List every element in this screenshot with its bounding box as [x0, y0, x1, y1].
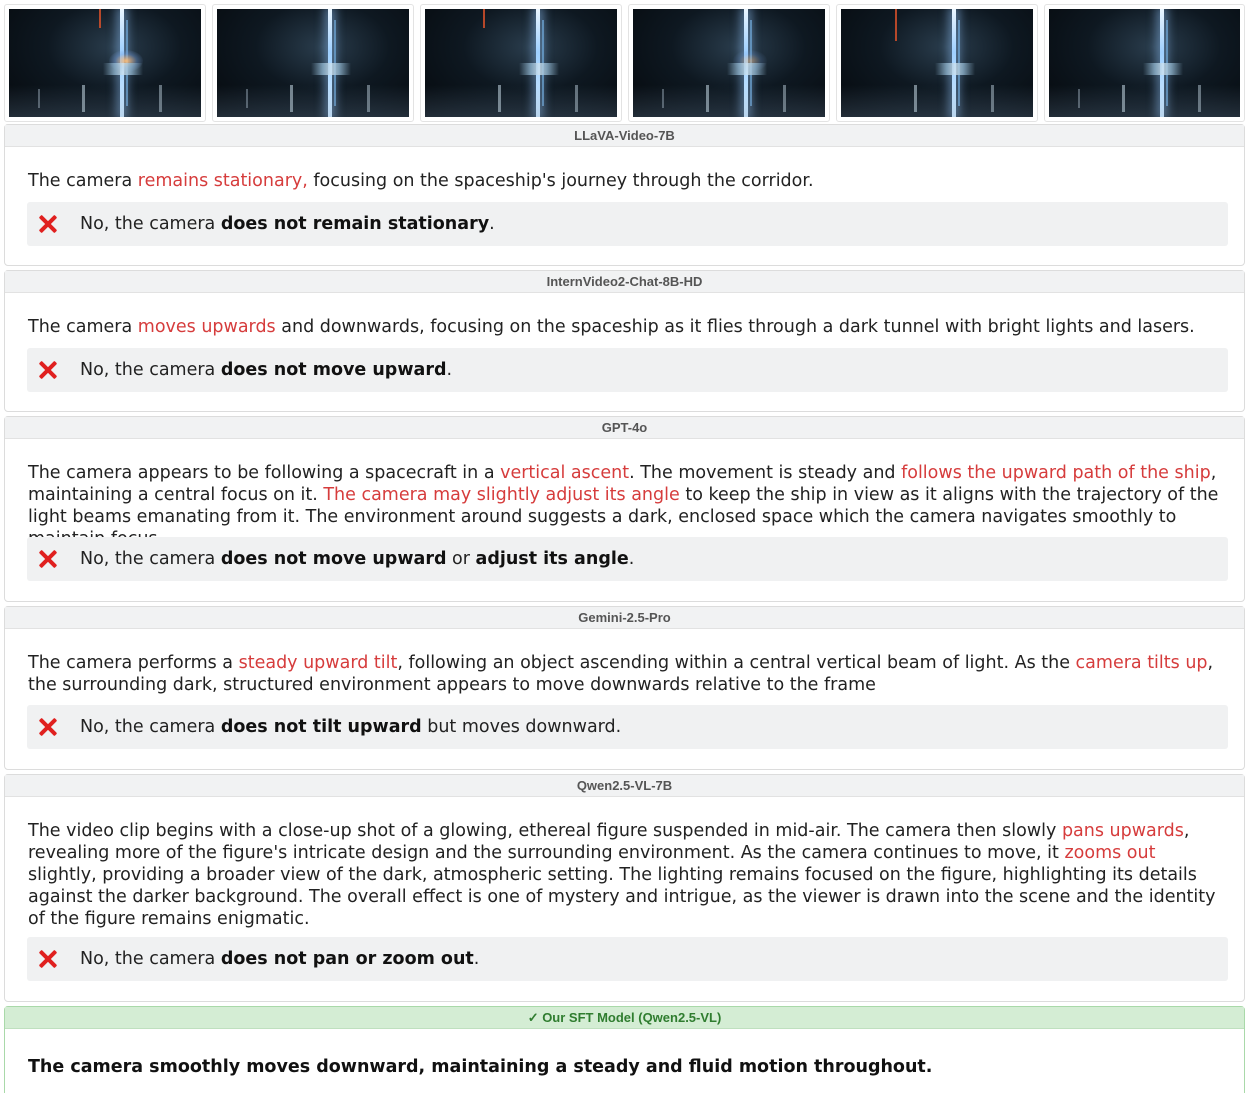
text-segment: The camera: [28, 317, 138, 337]
text-segment: focusing on the spaceship's journey thro…: [307, 171, 814, 191]
text-segment: and downwards, focusing on the spaceship…: [275, 317, 1195, 337]
video-frame-1: [4, 4, 206, 122]
verdict-box: No, the camera does not move upward.: [27, 348, 1228, 392]
text-segment: .: [628, 549, 635, 569]
cross-icon: [39, 950, 57, 968]
text-segment: No, the camera: [80, 360, 221, 380]
video-frame-6: [1044, 4, 1245, 122]
text-segment: .: [446, 360, 453, 380]
video-frame-strip: [0, 0, 1245, 122]
verdict-box: No, the camera does not pan or zoom out.: [27, 937, 1228, 981]
verdict-box: No, the camera does not move upward or a…: [27, 537, 1228, 581]
highlighted-phrase: pans upwards: [1061, 821, 1184, 841]
bold-phrase: adjust its angle: [475, 549, 629, 569]
text-segment: The camera appears to be following a spa…: [28, 463, 501, 483]
highlighted-phrase: follows the upward path of the ship: [901, 463, 1211, 483]
model-name: ✓ Our SFT Model (Qwen2.5-VL): [5, 1007, 1244, 1029]
verdict-text: No, the camera does not pan or zoom out.: [80, 949, 479, 969]
model-card-ours: ✓ Our SFT Model (Qwen2.5-VL) The camera …: [4, 1006, 1245, 1093]
model-card-qwen2-5-vl-7b: Qwen2.5-VL-7B The video clip begins with…: [4, 774, 1245, 1002]
highlighted-phrase: zooms out: [1064, 843, 1156, 863]
model-response: The camera moves upwards and downwards, …: [28, 316, 1228, 338]
model-card-internvideo2: InternVideo2-Chat-8B-HD The camera moves…: [4, 270, 1245, 412]
model-name: InternVideo2-Chat-8B-HD: [5, 271, 1244, 293]
highlighted-phrase: The camera may slightly adjust its angle: [323, 485, 680, 505]
highlighted-phrase: vertical ascent: [500, 463, 630, 483]
model-name: Gemini-2.5-Pro: [5, 607, 1244, 629]
model-card-gemini-2-5-pro: Gemini-2.5-Pro The camera performs a ste…: [4, 606, 1245, 770]
text-segment: . The movement is steady and: [629, 463, 902, 483]
model-card-gpt-4o: GPT-4o The camera appears to be followin…: [4, 416, 1245, 602]
cross-icon: [39, 215, 57, 233]
video-frame-2: [212, 4, 414, 122]
text-segment: or: [446, 549, 476, 569]
text-segment: The video clip begins with a close-up sh…: [28, 821, 1062, 841]
text-segment: , following an object ascending within a…: [397, 653, 1076, 673]
text-segment: .: [473, 949, 480, 969]
text-segment: No, the camera: [80, 949, 221, 969]
model-name: LLaVA-Video-7B: [5, 125, 1244, 147]
text-segment: but moves downward.: [421, 717, 622, 737]
video-frame-5: [836, 4, 1038, 122]
bold-phrase: does not remain stationary: [220, 214, 490, 234]
text-segment: The camera performs a: [28, 653, 239, 673]
text-segment: No, the camera: [80, 549, 221, 569]
verdict-text: No, the camera does not move upward.: [80, 360, 452, 380]
cross-icon: [39, 550, 57, 568]
text-segment: .: [489, 214, 495, 234]
model-card-llava-video-7b: LLaVA-Video-7B The camera remains statio…: [4, 124, 1245, 266]
video-frame-4: [628, 4, 830, 122]
verdict-box: No, the camera does not tilt upward but …: [27, 705, 1228, 749]
model-response: The video clip begins with a close-up sh…: [28, 820, 1228, 930]
model-response: The camera smoothly moves downward, main…: [28, 1057, 933, 1077]
cross-icon: [39, 361, 57, 379]
verdict-text: No, the camera does not remain stationar…: [80, 214, 495, 234]
verdict-text: No, the camera does not move upward or a…: [80, 549, 634, 569]
bold-phrase: does not move upward: [220, 549, 447, 569]
model-response: The camera performs a steady upward tilt…: [28, 652, 1228, 696]
highlighted-phrase: steady upward tilt: [238, 653, 398, 673]
video-frame-3: [420, 4, 622, 122]
cross-icon: [39, 718, 57, 736]
bold-phrase: does not tilt upward: [220, 717, 422, 737]
bold-phrase: does not move upward: [220, 360, 447, 380]
text-segment: slightly, providing a broader view of th…: [28, 865, 1216, 929]
highlighted-phrase: camera tilts up: [1075, 653, 1208, 673]
model-response: The camera remains stationary, focusing …: [28, 170, 1228, 192]
model-name: GPT-4o: [5, 417, 1244, 439]
highlighted-phrase: remains stationary,: [137, 171, 308, 191]
text-segment: The camera: [28, 171, 138, 191]
text-segment: No, the camera: [80, 717, 221, 737]
highlighted-phrase: moves upwards: [137, 317, 276, 337]
model-name: Qwen2.5-VL-7B: [5, 775, 1244, 797]
verdict-box: No, the camera does not remain stationar…: [27, 202, 1228, 246]
text-segment: No, the camera: [80, 214, 221, 234]
verdict-text: No, the camera does not tilt upward but …: [80, 717, 621, 737]
bold-phrase: does not pan or zoom out: [220, 949, 474, 969]
